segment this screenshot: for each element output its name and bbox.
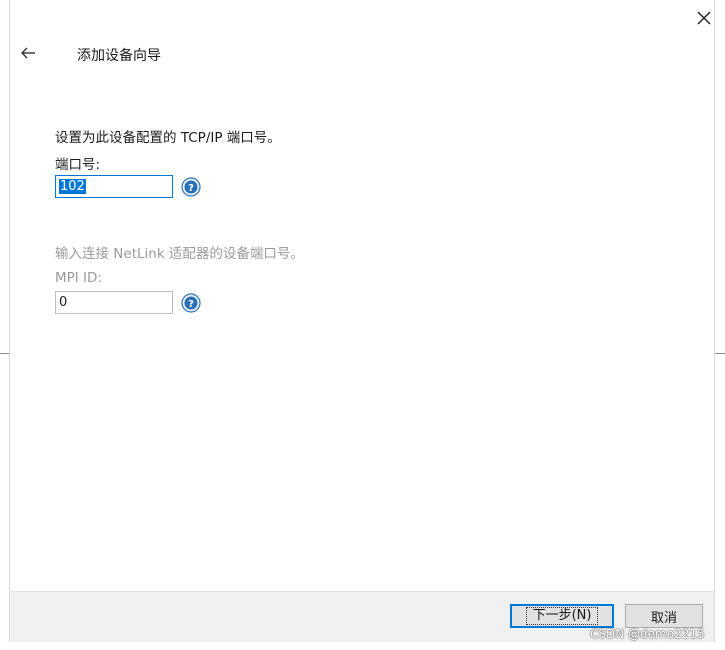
next-button[interactable]: 下一步(N)	[510, 604, 614, 628]
cancel-button[interactable]: 取消	[625, 604, 703, 628]
port-label: 端口号:	[55, 157, 101, 173]
screen: 添加设备向导 设置为此设备配置的 TCP/IP 端口号。 端口号: 102 ? …	[0, 0, 725, 650]
svg-text:?: ?	[188, 299, 194, 310]
back-button[interactable]	[16, 40, 40, 66]
add-device-wizard-dialog: 添加设备向导 设置为此设备配置的 TCP/IP 端口号。 端口号: 102 ? …	[9, 0, 715, 642]
dialog-title: 添加设备向导	[77, 48, 161, 64]
next-button-label: 下一步(N)	[525, 607, 599, 625]
close-icon	[697, 11, 711, 25]
background-window-edge	[0, 353, 9, 354]
cancel-button-label: 取消	[650, 610, 677, 626]
mpi-id-input-value: 0	[59, 295, 68, 310]
background-window-edge	[715, 353, 725, 354]
mpi-id-label: MPI ID:	[55, 270, 102, 286]
port-input[interactable]: 102	[55, 175, 173, 198]
mpi-id-input[interactable]: 0	[55, 291, 173, 314]
watermark: CSDN @demo2215	[590, 627, 705, 641]
port-input-value: 102	[59, 179, 86, 194]
mpi-description: 输入连接 NetLink 适配器的设备端口号。	[55, 246, 304, 262]
back-arrow-icon	[21, 47, 35, 59]
tcp-port-description: 设置为此设备配置的 TCP/IP 端口号。	[55, 130, 281, 146]
close-button[interactable]	[689, 4, 719, 32]
svg-text:?: ?	[188, 183, 194, 194]
port-help-icon[interactable]: ?	[181, 177, 201, 197]
mpi-help-icon[interactable]: ?	[181, 293, 201, 313]
